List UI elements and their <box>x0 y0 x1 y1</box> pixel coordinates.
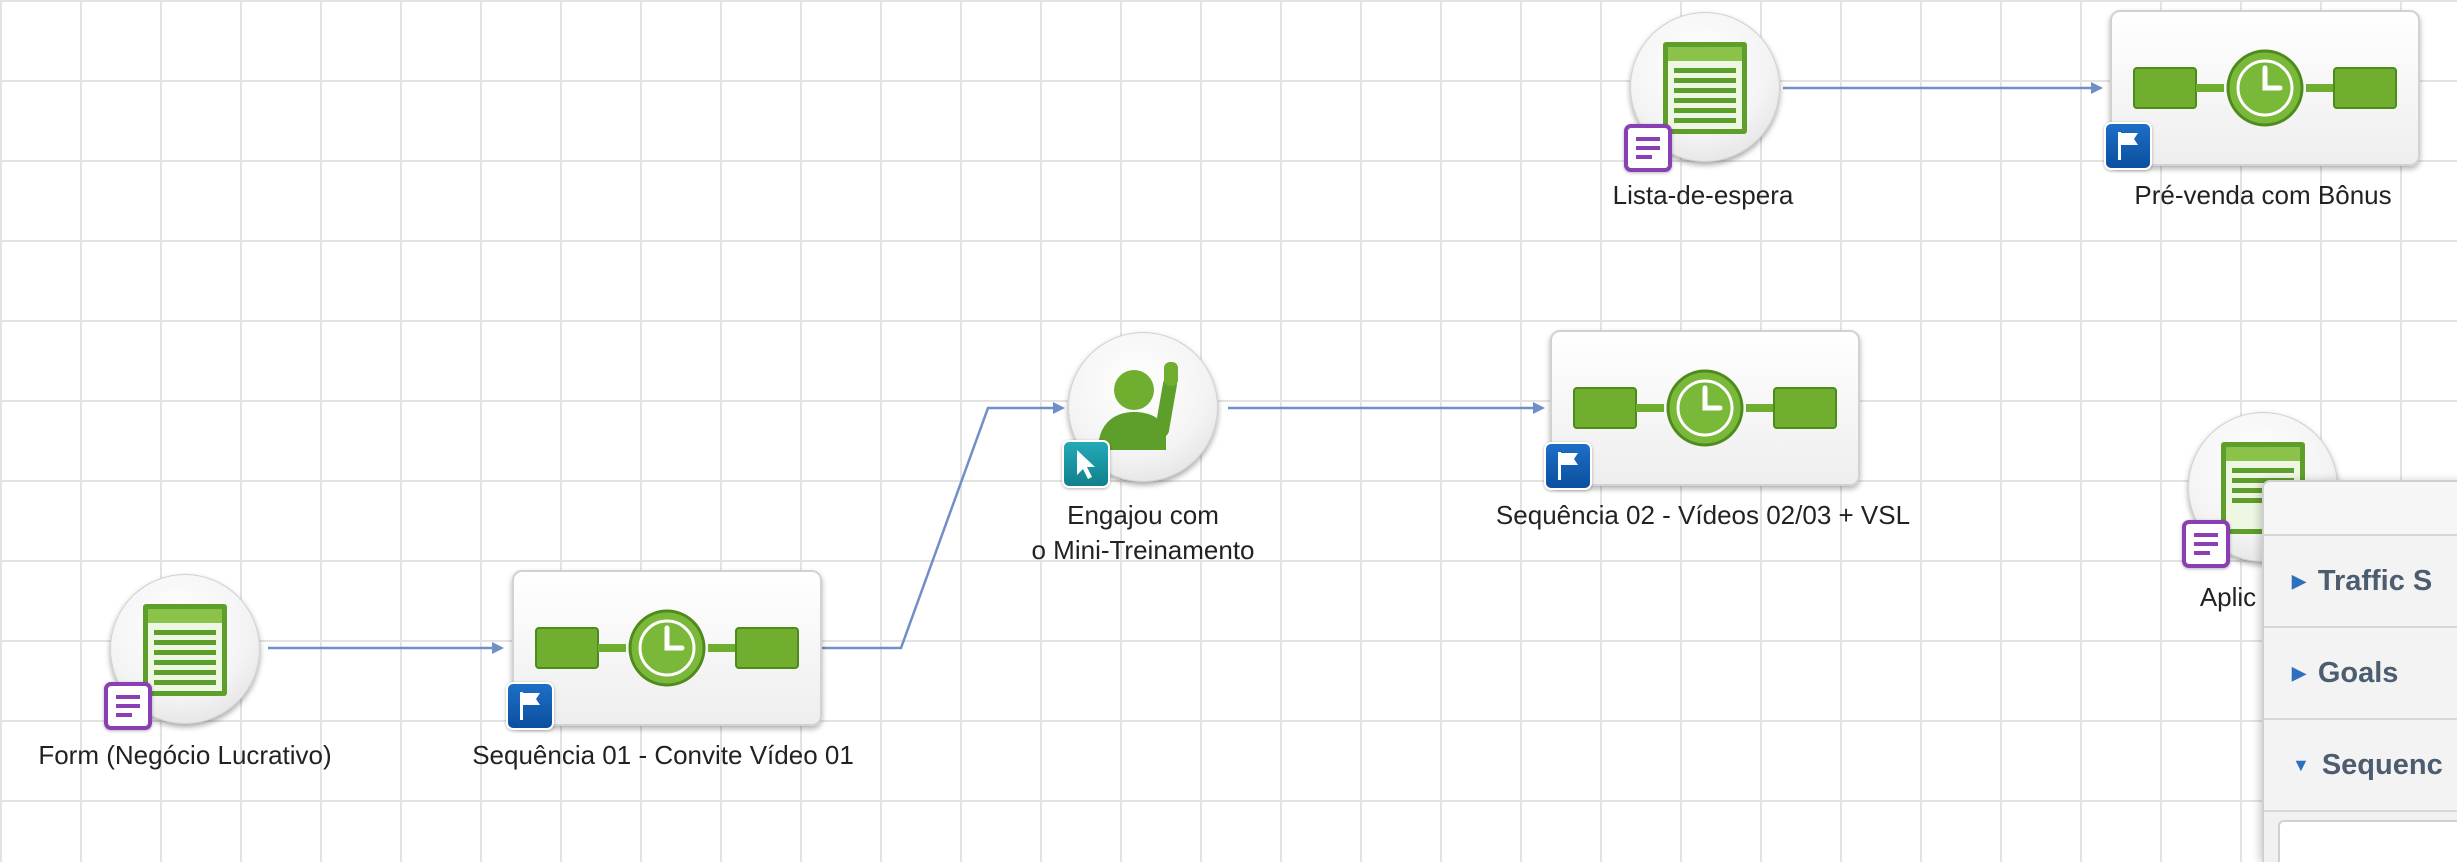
node-label-engajou: Engajou com o Mini-Treinamento <box>1031 498 1254 568</box>
node-label-engajou-line2: o Mini-Treinamento <box>1031 535 1255 565</box>
node-label-pre-venda: Pré-venda com Bônus <box>2134 180 2392 210</box>
node-label-sequencia-02: Sequência 02 - Vídeos 02/03 + VSL <box>1495 500 1911 530</box>
node-form-negocio[interactable] <box>104 574 260 730</box>
node-label-form-negocio: Form (Negócio Lucrativo) <box>38 740 332 770</box>
panel-item-traffic-sources[interactable]: ▶ Traffic S <box>2264 536 2457 628</box>
timer-sequence-icon <box>535 609 799 687</box>
form-badge-icon <box>2182 520 2230 568</box>
timer-sequence-icon <box>2133 49 2397 127</box>
chevron-right-icon: ▶ <box>2292 570 2306 591</box>
form-badge-icon <box>104 682 152 730</box>
panel-item-label: Sequenc <box>2321 748 2443 781</box>
chevron-right-icon: ▶ <box>2292 662 2306 683</box>
chevron-down-icon: ▼ <box>2292 754 2310 775</box>
node-sequencia-01[interactable] <box>506 570 822 730</box>
panel-item-sequences[interactable]: ▼ Sequenc <box>2264 720 2457 812</box>
node-label-lista-espera: Lista-de-espera <box>1612 180 1794 210</box>
flag-badge-icon <box>506 682 554 730</box>
side-panel: ▶ Traffic S ▶ Goals ▼ Sequenc <box>2262 480 2457 862</box>
panel-sequences-content <box>2278 820 2457 862</box>
flag-badge-icon <box>1544 442 1592 490</box>
cursor-badge-icon <box>1062 440 1110 488</box>
node-label-engajou-line1: Engajou com <box>1067 500 1219 530</box>
timer-sequence-icon <box>1573 369 1837 447</box>
campaign-canvas[interactable]: Form (Negócio Lucrativo) Sequência 01 - … <box>0 0 2457 862</box>
connector-seq01-to-engajou[interactable] <box>822 402 1065 650</box>
node-lista-espera[interactable] <box>1624 12 1780 172</box>
node-pre-venda[interactable] <box>2104 10 2420 170</box>
node-label-aplic: Aplic <box>2199 582 2257 612</box>
form-badge-icon <box>1624 124 1672 172</box>
connector-layer <box>268 82 2103 654</box>
panel-item-label: Goals <box>2317 656 2399 689</box>
flag-badge-icon <box>2104 122 2152 170</box>
node-label-sequencia-01: Sequência 01 - Convite Vídeo 01 <box>472 740 854 770</box>
node-engajou[interactable] <box>1062 332 1218 488</box>
panel-item-label: Traffic S <box>2317 564 2433 597</box>
panel-item-goals[interactable]: ▶ Goals <box>2264 628 2457 720</box>
panel-header <box>2264 482 2457 536</box>
node-sequencia-02[interactable] <box>1544 330 1860 490</box>
